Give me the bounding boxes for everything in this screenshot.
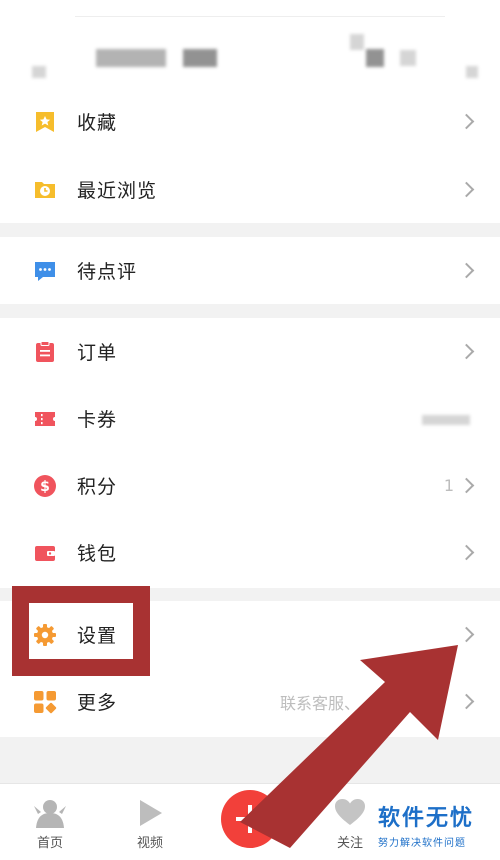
- watermark-logo: 软件无忧 努力解决软件问题: [378, 800, 493, 849]
- menu-item-recent[interactable]: 最近浏览: [0, 155, 500, 223]
- recent-clock-icon: [35, 182, 55, 198]
- chevron-right-icon: [458, 693, 475, 710]
- menu-group-2: 待点评: [0, 237, 500, 304]
- menu-item-wallet[interactable]: 钱包: [0, 519, 500, 586]
- blurred-content: [32, 66, 46, 78]
- tab-follow[interactable]: 关注: [315, 784, 385, 860]
- blurred-content: [350, 34, 364, 50]
- more-grid-icon: [34, 690, 57, 713]
- plus-icon: [248, 805, 252, 833]
- add-post-button[interactable]: [221, 790, 279, 848]
- tab-video[interactable]: 视频: [115, 784, 185, 860]
- tab-home[interactable]: 首页: [15, 784, 85, 860]
- menu-group-1: 收藏 最近浏览: [0, 88, 500, 223]
- blurred-content: [466, 66, 478, 78]
- menu-item-label: 收藏: [77, 112, 118, 134]
- menu-item-label: 积分: [77, 476, 118, 498]
- chevron-right-icon: [458, 544, 475, 561]
- chevron-right-icon: [458, 477, 475, 494]
- blurred-content: [366, 49, 384, 67]
- points-count: 1: [443, 476, 454, 495]
- svg-text:$: $: [40, 479, 50, 495]
- menu-item-label: 待点评: [77, 261, 138, 283]
- menu-item-orders[interactable]: 订单: [0, 318, 500, 385]
- video-play-icon: [140, 800, 162, 826]
- points-coin-icon: $: [34, 474, 56, 497]
- menu-item-label: 订单: [77, 342, 118, 364]
- chevron-right-icon: [458, 181, 475, 197]
- blurred-content: [400, 50, 416, 66]
- wallet-icon: [35, 545, 55, 561]
- profile-card[interactable]: [0, 0, 500, 95]
- home-mascot-icon: [34, 800, 66, 828]
- menu-item-points[interactable]: $ 积分 1: [0, 452, 500, 519]
- comment-bubble-icon: [35, 261, 55, 281]
- heart-icon: [335, 799, 365, 825]
- menu-item-more[interactable]: 更多 联系客服、: [0, 668, 500, 735]
- menu-item-label: 卡券: [77, 409, 118, 431]
- blurred-content: [96, 49, 166, 67]
- tab-label: 首页: [36, 836, 63, 851]
- menu-item-coupons[interactable]: 卡券: [0, 385, 500, 452]
- divider: [75, 16, 445, 17]
- order-list-icon: [36, 340, 54, 362]
- chevron-right-icon: [458, 113, 475, 130]
- menu-item-favorites[interactable]: 收藏: [0, 88, 500, 155]
- menu-item-label: 钱包: [77, 543, 118, 565]
- blurred-content: [183, 49, 217, 67]
- blurred-content: [422, 415, 470, 425]
- menu-item-label: 更多: [77, 692, 118, 714]
- chevron-right-icon: [458, 343, 475, 360]
- tab-label: 视频: [136, 836, 163, 851]
- coupon-ticket-icon: [35, 411, 55, 426]
- menu-item-pending-review[interactable]: 待点评: [0, 237, 500, 304]
- chevron-right-icon: [458, 262, 475, 279]
- menu-group-3: 订单 卡券 $ 积分 1 钱包: [0, 318, 500, 588]
- star-bookmark-icon: [36, 111, 54, 132]
- menu-item-label: 最近浏览: [77, 179, 158, 202]
- more-hint-text: 联系客服、: [279, 693, 360, 713]
- watermark-subtitle: 努力解决软件问题: [378, 838, 466, 849]
- tab-label: 关注: [336, 836, 363, 851]
- watermark-title: 软件无忧: [378, 806, 475, 831]
- chevron-right-icon: [458, 626, 475, 643]
- settings-highlight-box: [12, 586, 150, 676]
